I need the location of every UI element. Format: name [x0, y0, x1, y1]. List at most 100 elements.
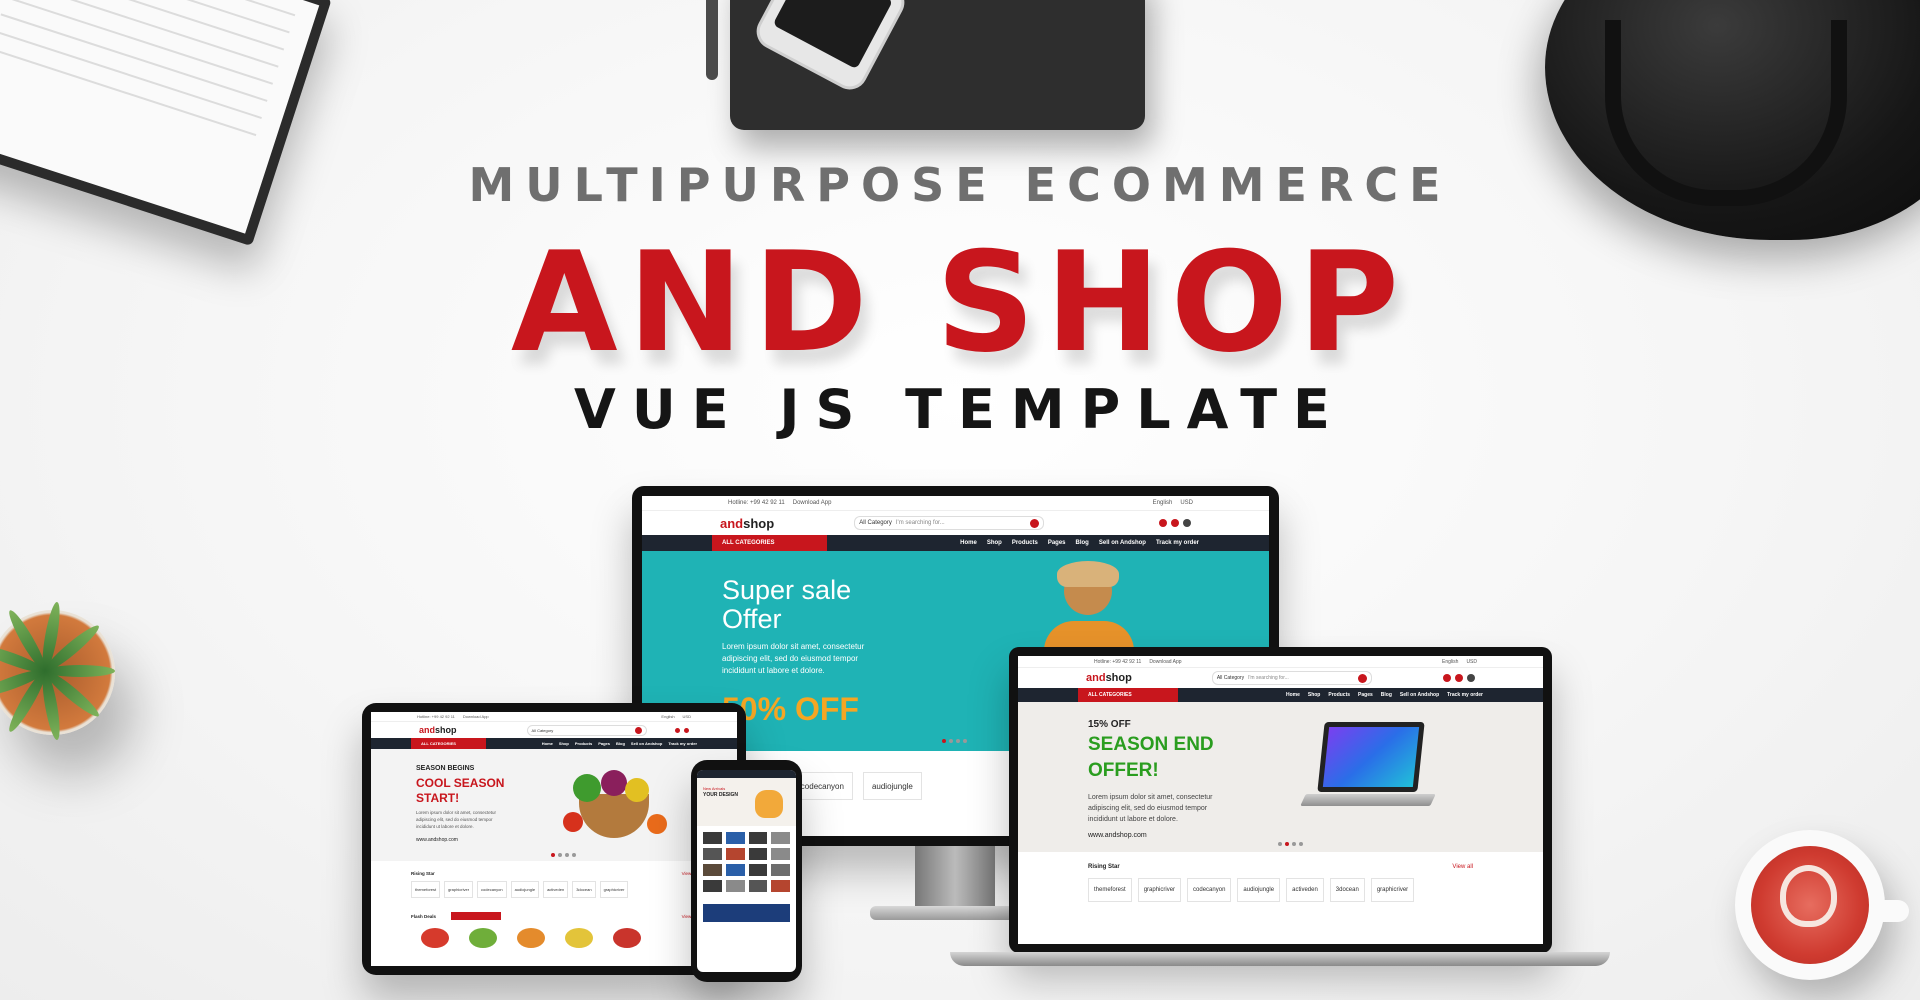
product-thumb[interactable]	[748, 880, 768, 892]
laptop-search-bar[interactable]: All Category I'm searching for...	[1211, 671, 1372, 685]
nav-sell[interactable]: Sell on Andshop	[631, 741, 662, 746]
tablet-currency[interactable]: USD	[683, 714, 691, 719]
brand-card[interactable]: audiojungle	[510, 881, 540, 898]
search-category[interactable]: All Category	[859, 520, 892, 526]
search-bar[interactable]: All Category I'm searching for...	[854, 516, 1045, 530]
product-thumb[interactable]	[469, 928, 497, 948]
tablet-language[interactable]: English	[661, 714, 674, 719]
product-thumb[interactable]	[748, 864, 768, 876]
all-categories-button[interactable]: ALL CATEGORIES	[712, 535, 827, 551]
tablet-search-category[interactable]: All Category	[532, 728, 554, 733]
product-thumb[interactable]	[725, 832, 745, 844]
currency-select[interactable]: USD	[1180, 500, 1193, 506]
product-thumb[interactable]	[703, 848, 722, 860]
brand-card[interactable]: codecanyon	[1187, 878, 1232, 902]
brand-card[interactable]: graphicriver	[444, 881, 474, 898]
search-icon[interactable]	[1357, 673, 1367, 683]
product-thumb[interactable]	[703, 880, 722, 892]
cart-icon[interactable]	[1455, 674, 1463, 682]
nav-sell[interactable]: Sell on Andshop	[1099, 540, 1146, 546]
product-thumb[interactable]	[703, 864, 722, 876]
nav-sell[interactable]: Sell on Andshop	[1400, 692, 1439, 698]
wishlist-icon[interactable]	[1443, 674, 1451, 682]
nav-products[interactable]: Products	[575, 741, 592, 746]
view-all-link[interactable]: View all	[1452, 864, 1473, 870]
nav-shop[interactable]: Shop	[559, 741, 569, 746]
laptop-slider-dots[interactable]	[1278, 842, 1303, 846]
cart-icon[interactable]	[684, 727, 689, 733]
tablet-download-app[interactable]: Download App	[463, 714, 489, 719]
brand-card[interactable]: graphicriver	[1370, 878, 1415, 902]
tablet-logo[interactable]: andshop	[419, 725, 457, 735]
slider-dots[interactable]	[942, 739, 967, 743]
cart-icon[interactable]	[1171, 519, 1179, 527]
phone-banner[interactable]	[703, 904, 790, 922]
nav-home[interactable]: Home	[1286, 692, 1300, 698]
nav-blog[interactable]: Blog	[1381, 692, 1392, 698]
language-select[interactable]: English	[1153, 500, 1173, 506]
product-thumb[interactable]	[748, 848, 768, 860]
brand-card[interactable]: graphicriver	[599, 881, 629, 898]
brand-card[interactable]: graphicriver	[1137, 878, 1182, 902]
nav-track[interactable]: Track my order	[668, 741, 697, 746]
product-thumb[interactable]	[771, 880, 790, 892]
nav-shop[interactable]: Shop	[1308, 692, 1321, 698]
armchair-image	[755, 790, 783, 818]
rising-star-title: Rising Star	[1088, 864, 1120, 870]
product-thumb[interactable]	[748, 832, 768, 844]
tablet-hero-pre: SEASON BEGINS	[416, 765, 475, 772]
product-thumb[interactable]	[771, 832, 790, 844]
tablet-hero-url[interactable]: www.andshop.com	[416, 837, 458, 843]
download-app-link[interactable]: Download App	[793, 500, 832, 506]
product-thumb[interactable]	[771, 864, 790, 876]
product-thumb[interactable]	[771, 848, 790, 860]
laptop-logo[interactable]: andshop	[1086, 672, 1132, 684]
brand-card[interactable]: 3docean	[1329, 878, 1365, 902]
brand-card[interactable]: themeforest	[411, 881, 441, 898]
wishlist-icon[interactable]	[675, 727, 680, 733]
laptop-download-app[interactable]: Download App	[1149, 659, 1181, 665]
wishlist-icon[interactable]	[1159, 519, 1167, 527]
product-thumb[interactable]	[703, 832, 722, 844]
nav-home[interactable]: Home	[960, 540, 977, 546]
laptop-search-category[interactable]: All Category	[1217, 675, 1244, 681]
laptop-hero-url[interactable]: www.andshop.com	[1088, 832, 1147, 839]
nav-blog[interactable]: Blog	[616, 741, 625, 746]
search-icon[interactable]	[634, 726, 642, 734]
flash-products-row	[371, 928, 737, 948]
product-thumb[interactable]	[517, 928, 545, 948]
user-icon[interactable]	[1467, 674, 1475, 682]
nav-products[interactable]: Products	[1012, 540, 1038, 546]
tablet-slider-dots[interactable]	[551, 853, 576, 857]
nav-track[interactable]: Track my order	[1156, 540, 1199, 546]
brand-card[interactable]: themeforest	[1088, 878, 1132, 902]
nav-home[interactable]: Home	[542, 741, 553, 746]
tablet-search-bar[interactable]: All Category	[526, 724, 647, 736]
site-logo[interactable]: andshop	[720, 516, 774, 531]
product-thumb[interactable]	[421, 928, 449, 948]
nav-pages[interactable]: Pages	[598, 741, 610, 746]
brand-card[interactable]: audiojungle	[862, 772, 922, 800]
nav-blog[interactable]: Blog	[1076, 540, 1089, 546]
brand-card[interactable]: audiojungle	[1237, 878, 1281, 902]
user-icon[interactable]	[1183, 519, 1191, 527]
product-thumb[interactable]	[613, 928, 641, 948]
laptop-currency[interactable]: USD	[1466, 659, 1477, 665]
laptop-all-categories[interactable]: ALL CATEGORIES	[1078, 688, 1178, 702]
nav-pages[interactable]: Pages	[1358, 692, 1373, 698]
brand-card[interactable]: codecanyon	[477, 881, 507, 898]
search-icon[interactable]	[1030, 518, 1040, 528]
tablet-all-categories[interactable]: ALL CATEGORIES	[411, 738, 486, 749]
nav-shop[interactable]: Shop	[987, 540, 1002, 546]
nav-track[interactable]: Track my order	[1447, 692, 1483, 698]
brand-card[interactable]: activeden	[543, 881, 569, 898]
nav-products[interactable]: Products	[1328, 692, 1350, 698]
nav-pages[interactable]: Pages	[1048, 540, 1066, 546]
brand-card[interactable]: activeden	[1286, 878, 1324, 902]
product-thumb[interactable]	[565, 928, 593, 948]
product-thumb[interactable]	[725, 880, 745, 892]
laptop-language[interactable]: English	[1442, 659, 1458, 665]
product-thumb[interactable]	[725, 848, 745, 860]
brand-card[interactable]: 3docean	[572, 881, 596, 898]
product-thumb[interactable]	[725, 864, 745, 876]
